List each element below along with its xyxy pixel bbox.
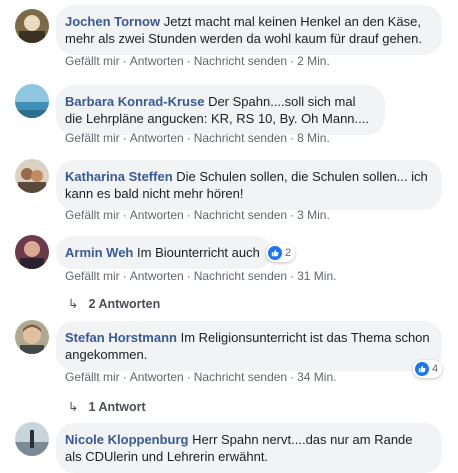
author-name[interactable]: Stefan Horstmann <box>65 330 177 345</box>
send-message-link[interactable]: Nachricht senden <box>194 370 287 384</box>
reply-link[interactable]: Antworten <box>130 54 184 68</box>
author-name[interactable]: Jochen Tornow <box>65 14 160 29</box>
comment-bubble: Barbara Konrad-Kruse Der Spahn....soll s… <box>56 85 385 135</box>
comment-actions: Gefällt mir · Antworten · Nachricht senden · 3… <box>65 208 330 222</box>
send-message-link[interactable]: Nachricht senden <box>194 269 287 283</box>
author-name[interactable]: Nicole Kloppenburg <box>65 432 189 447</box>
timestamp[interactable]: 8 Min. <box>297 131 330 145</box>
author-name[interactable]: Barbara Konrad-Kruse <box>65 94 204 109</box>
reply-link[interactable]: Antworten <box>130 269 184 283</box>
comment-text: Im Biounterricht auch <box>137 245 260 260</box>
reply-link[interactable]: Antworten <box>130 131 184 145</box>
reaction-count-badge[interactable]: 4 <box>413 360 443 378</box>
timestamp[interactable]: 31 Min. <box>297 269 336 283</box>
send-message-link[interactable]: Nachricht senden <box>194 208 287 222</box>
avatar[interactable] <box>15 84 49 118</box>
reply-arrow-icon: ↳ <box>68 400 79 414</box>
like-link[interactable]: Gefällt mir <box>65 269 120 283</box>
comment-actions: Gefällt mir · Antworten · Nachricht senden · 8… <box>65 131 330 145</box>
reply-link[interactable]: Antworten <box>130 370 184 384</box>
comment-actions: Gefällt mir · Antworten · Nachricht senden · 3… <box>65 269 337 283</box>
like-reaction-icon <box>268 246 282 260</box>
comment-bubble: Jochen Tornow Jetzt macht mal keinen Hen… <box>56 5 442 55</box>
avatar[interactable] <box>15 159 49 193</box>
reaction-count-badge[interactable]: 2 <box>266 244 296 262</box>
reply-link[interactable]: Antworten <box>130 208 184 222</box>
author-name[interactable]: Katharina Steffen <box>65 169 173 184</box>
avatar[interactable] <box>15 235 49 269</box>
avatar[interactable] <box>15 422 49 456</box>
avatar[interactable] <box>15 320 49 354</box>
like-link[interactable]: Gefällt mir <box>65 208 120 222</box>
comment-bubble: Katharina Steffen Die Schulen sollen, di… <box>56 160 442 210</box>
view-replies-link[interactable]: ↳ 2 Antworten <box>68 296 160 311</box>
view-replies-link[interactable]: ↳ 1 Antwort <box>68 399 146 414</box>
comment-actions: Gefällt mir · Antworten · Nachricht senden · 2… <box>65 54 330 68</box>
like-link[interactable]: Gefällt mir <box>65 131 120 145</box>
comment-bubble: Stefan Horstmann Im Religionsunterricht … <box>56 321 442 371</box>
comment-bubble: Armin Weh Im Biounterricht auch <box>56 236 272 269</box>
like-reaction-icon <box>415 362 429 376</box>
send-message-link[interactable]: Nachricht senden <box>194 54 287 68</box>
author-name[interactable]: Armin Weh <box>65 245 133 260</box>
timestamp[interactable]: 34 Min. <box>297 370 336 384</box>
send-message-link[interactable]: Nachricht senden <box>194 131 287 145</box>
like-link[interactable]: Gefällt mir <box>65 370 120 384</box>
avatar[interactable] <box>15 9 49 43</box>
timestamp[interactable]: 2 Min. <box>297 54 330 68</box>
comment-bubble: Nicole Kloppenburg Herr Spahn nervt....d… <box>56 423 442 473</box>
like-link[interactable]: Gefällt mir <box>65 54 120 68</box>
reply-arrow-icon: ↳ <box>68 297 79 311</box>
timestamp[interactable]: 3 Min. <box>297 208 330 222</box>
comment-actions: Gefällt mir · Antworten · Nachricht senden · 3… <box>65 370 337 384</box>
